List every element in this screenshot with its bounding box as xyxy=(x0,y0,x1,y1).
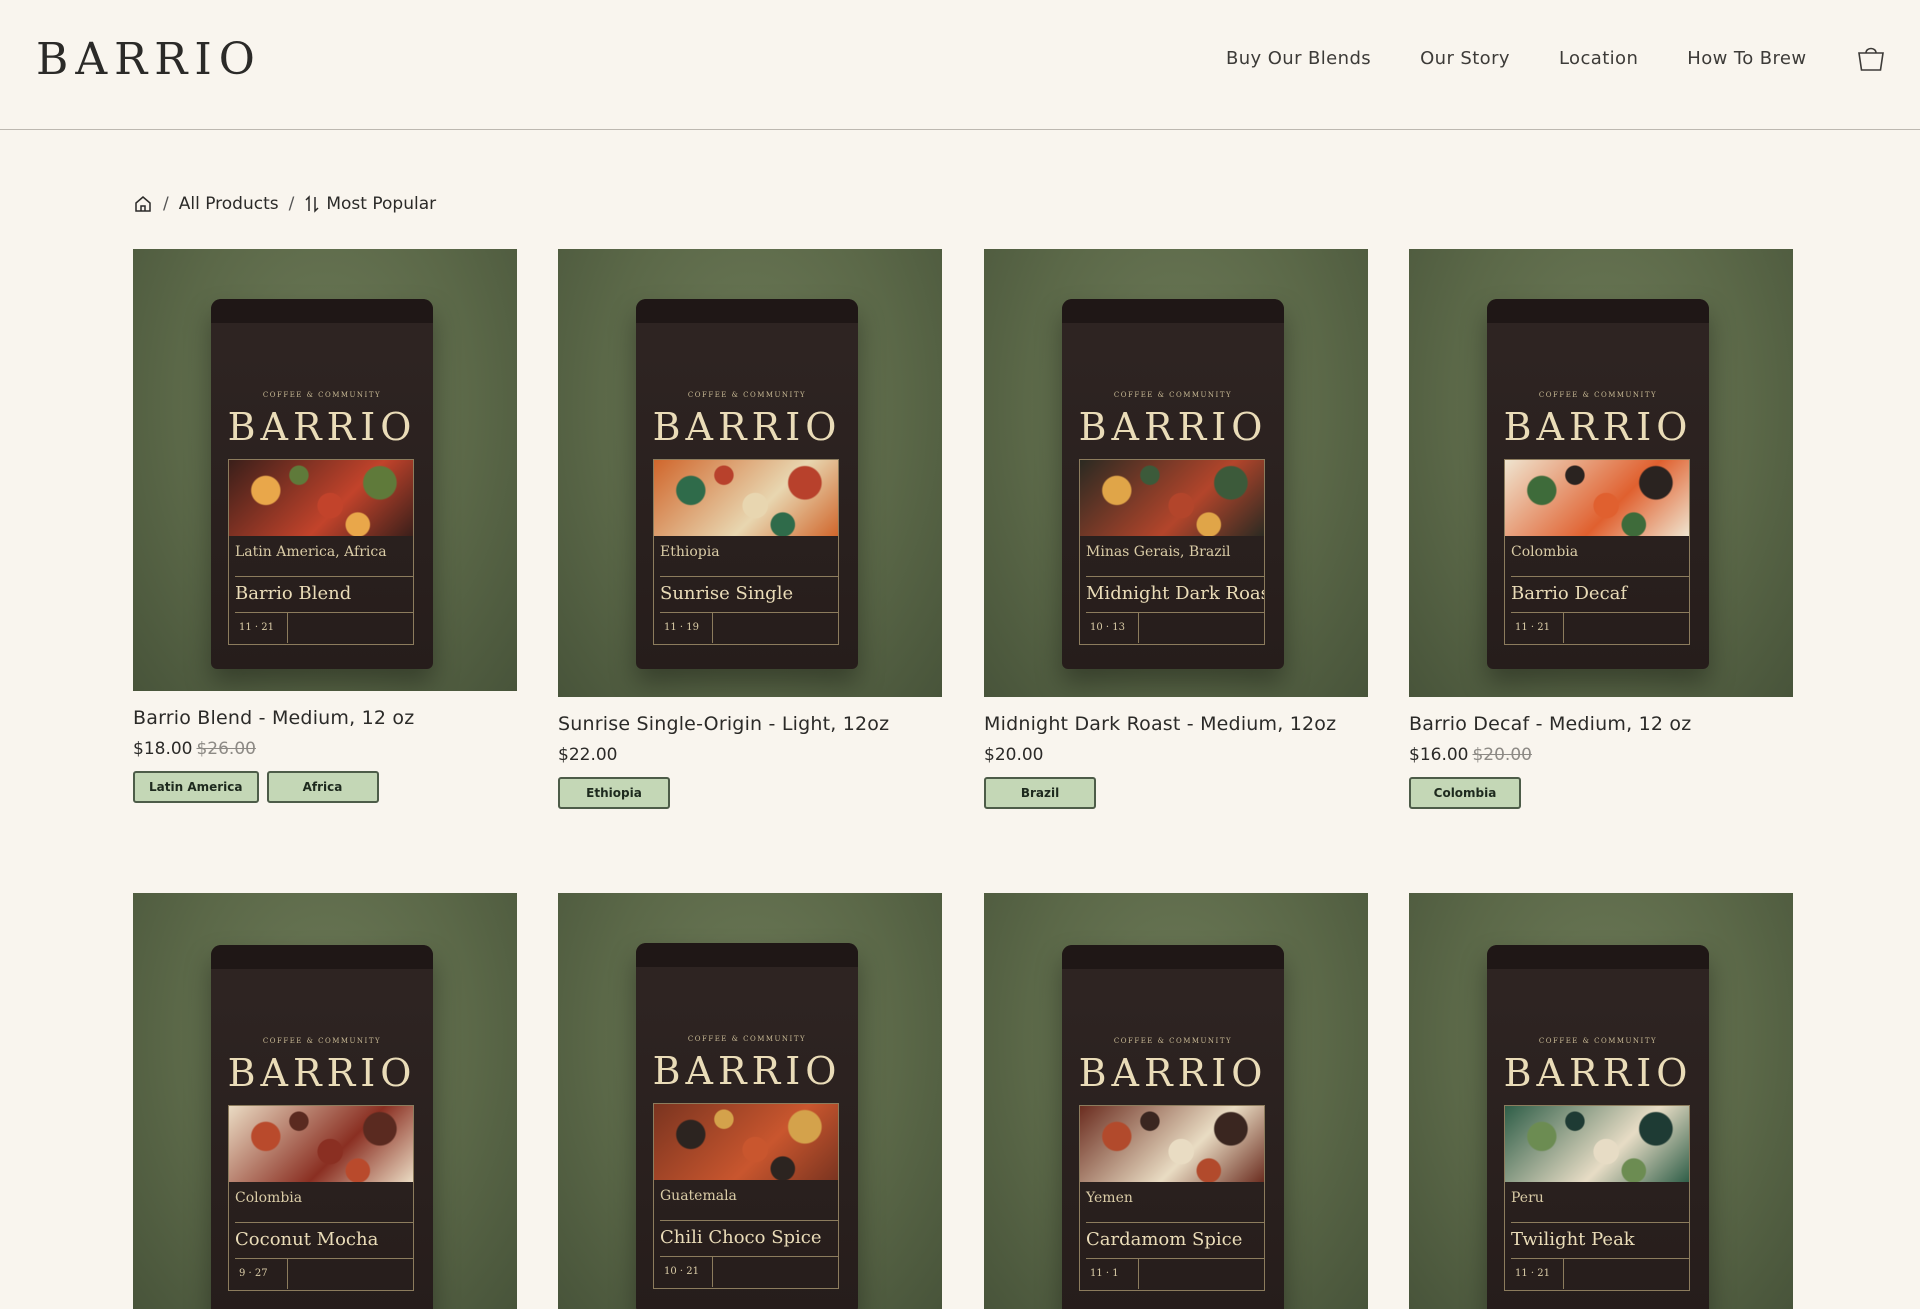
bag-art xyxy=(1505,1106,1689,1182)
coffee-bag-image: COFFEE & COMMUNITY BARRIO Latin America,… xyxy=(211,299,433,669)
bag-art xyxy=(1080,460,1264,536)
product-card[interactable]: COFFEE & COMMUNITY BARRIO Guatemala Chil… xyxy=(558,893,942,1309)
product-price: $20.00 xyxy=(984,745,1044,765)
product-card[interactable]: COFFEE & COMMUNITY BARRIO Latin America,… xyxy=(133,249,517,803)
bag-art xyxy=(654,1104,838,1180)
nav-our-story[interactable]: Our Story xyxy=(1420,48,1510,69)
nav-location[interactable]: Location xyxy=(1559,48,1638,69)
coffee-bag-image: COFFEE & COMMUNITY BARRIO Guatemala Chil… xyxy=(636,943,858,1309)
coffee-bag-image: COFFEE & COMMUNITY BARRIO Ethiopia Sunri… xyxy=(636,299,858,669)
product-title[interactable]: Barrio Blend - Medium, 12 oz xyxy=(133,707,517,729)
product-card[interactable]: COFFEE & COMMUNITY BARRIO Ethiopia Sunri… xyxy=(558,249,942,809)
product-image[interactable]: COFFEE & COMMUNITY BARRIO Yemen Cardamom… xyxy=(984,893,1368,1309)
bag-art xyxy=(229,1106,413,1182)
product-card[interactable]: COFFEE & COMMUNITY BARRIO Peru Twilight … xyxy=(1409,893,1793,1309)
origin-badges: Latin America Africa xyxy=(133,771,517,803)
origin-badges: Colombia xyxy=(1409,777,1793,809)
coffee-bag-image: COFFEE & COMMUNITY BARRIO Peru Twilight … xyxy=(1487,945,1709,1309)
origin-badge[interactable]: Brazil xyxy=(984,777,1096,809)
sort-icon[interactable] xyxy=(304,195,320,213)
origin-badge[interactable]: Africa xyxy=(266,771,379,803)
breadcrumb: / All Products / Most Popular xyxy=(133,194,436,214)
bag-art xyxy=(1505,460,1689,536)
main-nav: Buy Our Blends Our Story Location How To… xyxy=(1226,48,1856,69)
product-price: $18.00 $26.00 xyxy=(133,739,256,759)
product-image[interactable]: COFFEE & COMMUNITY BARRIO Ethiopia Sunri… xyxy=(558,249,942,697)
coffee-bag-image: COFFEE & COMMUNITY BARRIO Colombia Cocon… xyxy=(211,945,433,1309)
breadcrumb-separator: / xyxy=(288,194,295,214)
product-image[interactable]: COFFEE & COMMUNITY BARRIO Latin America,… xyxy=(133,249,517,691)
bag-art xyxy=(654,460,838,536)
breadcrumb-separator: / xyxy=(163,194,169,214)
origin-badge[interactable]: Latin America xyxy=(133,771,259,803)
site-logo[interactable]: BARRIO xyxy=(36,34,262,85)
coffee-bag-image: COFFEE & COMMUNITY BARRIO Colombia Barri… xyxy=(1487,299,1709,669)
product-image[interactable]: COFFEE & COMMUNITY BARRIO Peru Twilight … xyxy=(1409,893,1793,1309)
origin-badges: Ethiopia xyxy=(558,777,942,809)
nav-buy-our-blends[interactable]: Buy Our Blends xyxy=(1226,48,1371,69)
product-card[interactable]: COFFEE & COMMUNITY BARRIO Colombia Barri… xyxy=(1409,249,1793,809)
product-title[interactable]: Midnight Dark Roast - Medium, 12oz xyxy=(984,713,1368,735)
breadcrumb-all-products[interactable]: All Products xyxy=(179,194,279,214)
product-card[interactable]: COFFEE & COMMUNITY BARRIO Minas Gerais, … xyxy=(984,249,1368,809)
breadcrumb-sort[interactable]: Most Popular xyxy=(326,194,436,214)
product-title[interactable]: Sunrise Single-Origin - Light, 12oz xyxy=(558,713,942,735)
origin-badges: Brazil xyxy=(984,777,1368,809)
bag-art xyxy=(1080,1106,1264,1182)
nav-how-to-brew[interactable]: How To Brew xyxy=(1687,48,1806,69)
origin-badge[interactable]: Ethiopia xyxy=(558,777,670,809)
bag-art xyxy=(229,460,413,536)
coffee-bag-image: COFFEE & COMMUNITY BARRIO Yemen Cardamom… xyxy=(1062,945,1284,1309)
product-image[interactable]: COFFEE & COMMUNITY BARRIO Colombia Cocon… xyxy=(133,893,517,1309)
original-price: $26.00 xyxy=(196,739,256,759)
original-price: $20.00 xyxy=(1472,745,1532,765)
product-price: $22.00 xyxy=(558,745,618,765)
cart-icon[interactable] xyxy=(1856,44,1886,72)
home-icon[interactable] xyxy=(133,194,153,214)
product-title[interactable]: Barrio Decaf - Medium, 12 oz xyxy=(1409,713,1793,735)
product-price: $16.00 $20.00 xyxy=(1409,745,1532,765)
product-image[interactable]: COFFEE & COMMUNITY BARRIO Guatemala Chil… xyxy=(558,893,942,1309)
origin-badge[interactable]: Colombia xyxy=(1409,777,1521,809)
site-header: BARRIO Buy Our Blends Our Story Location… xyxy=(0,0,1920,130)
product-image[interactable]: COFFEE & COMMUNITY BARRIO Minas Gerais, … xyxy=(984,249,1368,697)
coffee-bag-image: COFFEE & COMMUNITY BARRIO Minas Gerais, … xyxy=(1062,299,1284,669)
product-image[interactable]: COFFEE & COMMUNITY BARRIO Colombia Barri… xyxy=(1409,249,1793,697)
product-card[interactable]: COFFEE & COMMUNITY BARRIO Yemen Cardamom… xyxy=(984,893,1368,1309)
product-card[interactable]: COFFEE & COMMUNITY BARRIO Colombia Cocon… xyxy=(133,893,517,1309)
